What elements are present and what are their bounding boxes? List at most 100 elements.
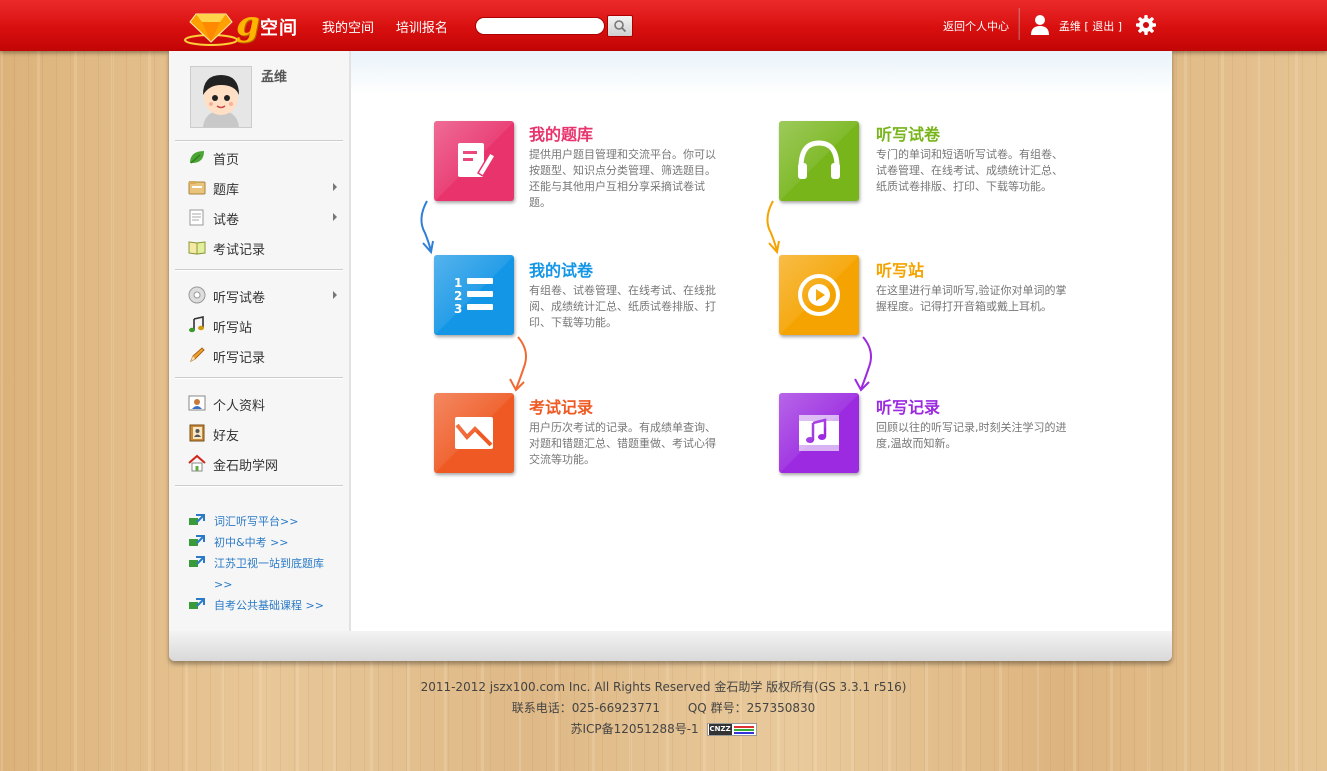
curly-arrow-icon — [854, 336, 872, 392]
card-description: 在这里进行单词听写,验证你对单词的掌握程度。记得打开音箱或戴上耳机。 — [876, 284, 1067, 313]
cnzz-badge[interactable]: CNZZ — [706, 723, 757, 736]
disc-icon — [188, 286, 206, 304]
sidebar-divider — [175, 140, 343, 142]
sidebar-item-label: 题库 — [213, 183, 240, 198]
sidebar-item-dictation-records[interactable]: 听写记录 — [188, 343, 346, 367]
sidebar-item-label: 个人资料 — [213, 399, 266, 414]
pencil-icon — [190, 347, 205, 363]
top-bar: g 空间 我的空间 培训报名 返回个人中心 孟维 [ 退出 ] — [0, 0, 1327, 51]
sidebar-divider — [175, 269, 343, 271]
question-bank-tile[interactable] — [434, 121, 514, 201]
search-icon — [614, 20, 627, 33]
sidebar-item-label: 考试记录 — [213, 243, 266, 258]
dictation-records-tile[interactable] — [779, 393, 859, 473]
card-title[interactable]: 听写站 — [876, 257, 924, 281]
card-description: 专门的单词和短语听写试卷。有组卷、试卷管理、在线考试、成绩统计汇总、纸质试卷排版… — [876, 148, 1063, 193]
site-logo[interactable]: g 空间 — [184, 4, 304, 46]
user-icon — [1031, 15, 1049, 35]
leaf-icon — [190, 151, 204, 164]
card-title[interactable]: 听写试卷 — [876, 121, 940, 145]
sidebar-item-label: 试卷 — [213, 213, 240, 228]
avatar[interactable] — [190, 66, 252, 128]
link-label: 词汇听写平台>> — [214, 515, 299, 528]
curly-arrow-icon — [766, 200, 780, 255]
search-input[interactable] — [482, 18, 600, 34]
sidebar-item-label: 好友 — [213, 429, 240, 444]
contacts-icon — [189, 424, 205, 442]
sidebar-item-home[interactable]: 首页 — [188, 145, 346, 169]
profile-card-icon — [188, 395, 206, 411]
sidebar-item-papers[interactable]: 试卷 — [188, 205, 346, 229]
main-panel: 孟维 首页 题库 试卷 考试记录 听写试卷 听写站 听写记录 个人资料 好友 金… — [169, 51, 1172, 661]
current-user: 孟维 [ 退出 ] — [1059, 18, 1122, 34]
search-box — [475, 17, 605, 35]
sidebar-divider — [175, 377, 343, 379]
profile-name: 孟维 — [261, 70, 288, 85]
link-arrow-icon — [189, 556, 205, 567]
link-arrow-icon — [189, 598, 205, 609]
topbar-divider — [1018, 8, 1020, 40]
user-name: 孟维 — [1058, 20, 1081, 33]
link-arrow-icon — [189, 514, 205, 525]
contact-line: 联系电话：025-66923771 QQ 群号：257350830 — [0, 698, 1327, 719]
phone-text: 联系电话：025-66923771 — [511, 701, 661, 715]
logo-text: 空间 — [260, 18, 298, 39]
sidebar-item-dictation-station[interactable]: 听写站 — [188, 313, 346, 337]
card-description: 用户历次考试的记录。有成绩单查询、对题和错题汇总、错题重做、考试心得交流等功能。 — [529, 421, 716, 466]
sidebar-divider — [175, 485, 343, 487]
link-arrow-icon — [189, 535, 205, 546]
icp-line: 苏ICP备12051288号-1 CNZZ — [0, 719, 1327, 740]
logo-g-letter: g — [236, 4, 260, 44]
curly-arrow-icon — [509, 336, 527, 392]
exam-records-tile[interactable] — [434, 393, 514, 473]
cnzz-label: CNZZ — [708, 724, 732, 735]
music-note-icon — [189, 316, 204, 333]
sidebar-item-label: 听写记录 — [213, 351, 266, 366]
card-description: 回顾以往的听写记录,时刻关注学习的进度,温故而知新。 — [876, 421, 1067, 450]
submenu-arrow-icon — [333, 213, 337, 221]
icp-link[interactable]: 苏ICP备12051288号-1 — [570, 722, 698, 736]
nav-training-signup[interactable]: 培训报名 — [396, 21, 448, 36]
submenu-arrow-icon — [333, 183, 337, 191]
nav-my-space[interactable]: 我的空间 — [322, 21, 374, 36]
back-to-personal-center-link[interactable]: 返回个人中心 — [943, 18, 1009, 34]
dictation-papers-tile[interactable] — [779, 121, 859, 201]
logout-link[interactable]: [ 退出 ] — [1084, 20, 1122, 33]
sidebar-item-label: 金石助学网 — [213, 459, 279, 474]
paper-icon — [189, 209, 204, 226]
my-papers-tile[interactable]: 1 2 3 — [434, 255, 514, 335]
tile-gloss — [434, 121, 514, 201]
home-icon — [188, 454, 206, 472]
link-label: 初中&中考 >> — [214, 536, 289, 549]
card-title[interactable]: 听写记录 — [876, 394, 940, 418]
sidebar-item-dictation-papers[interactable]: 听写试卷 — [188, 283, 346, 307]
diamond-logo-icon — [184, 13, 238, 46]
gear-icon[interactable] — [1136, 15, 1156, 35]
sidebar-item-friends[interactable]: 好友 — [188, 421, 346, 445]
card-title[interactable]: 我的题库 — [529, 121, 593, 145]
dictation-station-tile[interactable] — [779, 255, 859, 335]
footer: 2011-2012 jszx100.com Inc. All Rights Re… — [0, 677, 1327, 740]
top-nav: 我的空间 培训报名 — [322, 17, 466, 36]
sidebar-item-question-bank[interactable]: 题库 — [188, 175, 346, 199]
qq-group-text: QQ 群号：257350830 — [687, 701, 816, 715]
tile-gloss — [434, 393, 514, 473]
sidebar-item-jinshi-site[interactable]: 金石助学网 — [188, 451, 346, 475]
tile-gloss — [779, 393, 859, 473]
link-label: 江苏卫视一站到底题库 >> — [214, 557, 324, 591]
card-title[interactable]: 我的试卷 — [529, 257, 593, 281]
curly-arrow-icon — [420, 200, 434, 255]
sidebar-item-profile[interactable]: 个人资料 — [188, 391, 346, 415]
sidebar-item-exam-records[interactable]: 考试记录 — [188, 235, 346, 259]
search-button[interactable] — [607, 15, 633, 37]
sidebar-item-label: 听写站 — [213, 321, 253, 336]
folder-icon — [188, 181, 206, 195]
tile-gloss — [779, 121, 859, 201]
sidebar: 孟维 首页 题库 试卷 考试记录 听写试卷 听写站 听写记录 个人资料 好友 金… — [169, 51, 351, 631]
content-area: 我的题库 提供用户题目管理和交流平台。你可以按题型、知识点分类管理、筛选题目。还… — [351, 51, 1172, 631]
link-label: 自考公共基础课程 >> — [214, 599, 324, 612]
card-title[interactable]: 考试记录 — [529, 394, 593, 418]
cnzz-bars-icon — [733, 726, 754, 728]
panel-bottom-strip — [169, 631, 1172, 661]
card-description: 提供用户题目管理和交流平台。你可以按题型、知识点分类管理、筛选题目。还能与其他用… — [529, 148, 716, 209]
